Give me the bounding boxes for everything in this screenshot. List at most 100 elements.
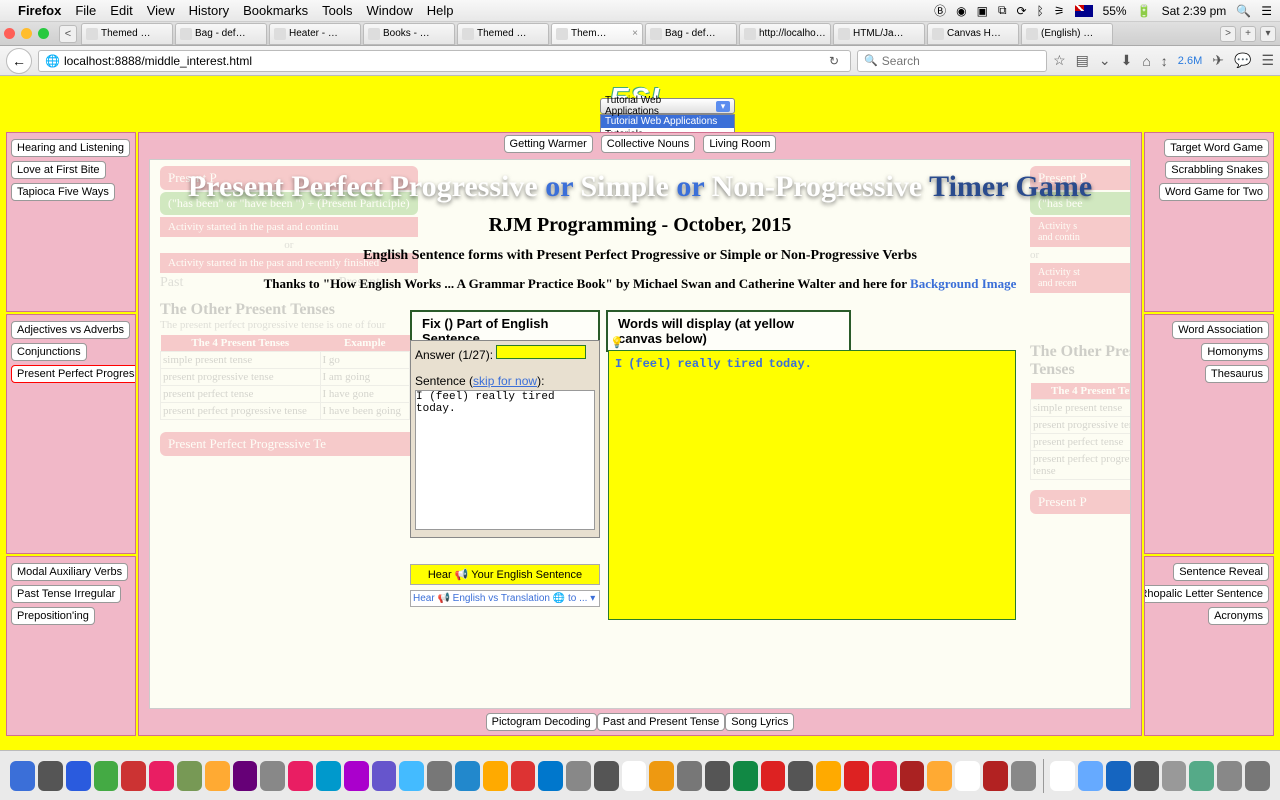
- nav-button[interactable]: Conjunctions: [11, 343, 87, 361]
- reload-icon[interactable]: ↻: [824, 54, 844, 68]
- menu-help[interactable]: Help: [427, 3, 454, 18]
- dock-app-icon[interactable]: [316, 761, 341, 791]
- dock-app-icon[interactable]: [1162, 761, 1187, 791]
- dock-app-icon[interactable]: [1217, 761, 1242, 791]
- flag-icon[interactable]: [1075, 5, 1093, 17]
- dock-app-icon[interactable]: [344, 761, 369, 791]
- chat-icon[interactable]: 💬: [1234, 52, 1251, 69]
- nav-button[interactable]: Target Word Game: [1164, 139, 1269, 157]
- nav-button[interactable]: Past and Present Tense: [597, 713, 726, 731]
- dock-app-icon[interactable]: [733, 761, 758, 791]
- dock-app-icon[interactable]: [761, 761, 786, 791]
- nav-button[interactable]: Word Game for Two: [1159, 183, 1269, 201]
- tab-overflow-icon[interactable]: >: [1220, 26, 1236, 42]
- dock-app-icon[interactable]: [1245, 761, 1270, 791]
- dock-app-icon[interactable]: [10, 761, 35, 791]
- address-bar[interactable]: 🌐 ↻: [38, 50, 851, 72]
- dock-app-icon[interactable]: [649, 761, 674, 791]
- dock-app-icon[interactable]: [677, 761, 702, 791]
- nav-button[interactable]: Sentence Reveal: [1173, 563, 1269, 581]
- dock-app-icon[interactable]: [1078, 761, 1103, 791]
- search-input[interactable]: [882, 54, 1040, 68]
- dock-app-icon[interactable]: [233, 761, 258, 791]
- browser-tab[interactable]: Canvas H…: [927, 23, 1019, 45]
- dock-app-icon[interactable]: [427, 761, 452, 791]
- sentence-textarea[interactable]: [415, 390, 595, 530]
- new-tab-icon[interactable]: +: [1240, 26, 1256, 42]
- close-window-icon[interactable]: [4, 28, 15, 39]
- dock-app-icon[interactable]: [149, 761, 174, 791]
- bluetooth-icon[interactable]: ᛒ: [1037, 4, 1044, 18]
- dock-app-icon[interactable]: [538, 761, 563, 791]
- nav-button[interactable]: Getting Warmer: [504, 135, 593, 153]
- menu-window[interactable]: Window: [367, 3, 413, 18]
- dock-app-icon[interactable]: [594, 761, 619, 791]
- nav-button[interactable]: Adjectives vs Adverbs: [11, 321, 130, 339]
- menu-edit[interactable]: Edit: [110, 3, 132, 18]
- dock-app-icon[interactable]: [955, 761, 980, 791]
- dock-app-icon[interactable]: [1134, 761, 1159, 791]
- hear-button[interactable]: Hear 📢 Your English Sentence: [410, 564, 600, 585]
- minimize-window-icon[interactable]: [21, 28, 32, 39]
- nav-button[interactable]: Acronyms: [1208, 607, 1269, 625]
- nav-button[interactable]: Thesaurus: [1205, 365, 1269, 383]
- dock-app-icon[interactable]: [983, 761, 1008, 791]
- spotlight-icon[interactable]: 🔍: [1236, 4, 1251, 18]
- menu-bookmarks[interactable]: Bookmarks: [243, 3, 308, 18]
- dock-app-icon[interactable]: [788, 761, 813, 791]
- dock-app-icon[interactable]: [900, 761, 925, 791]
- browser-tab[interactable]: (English) …: [1021, 23, 1113, 45]
- dock-app-icon[interactable]: [121, 761, 146, 791]
- dock-app-icon[interactable]: [511, 761, 536, 791]
- dock-app-icon[interactable]: [38, 761, 63, 791]
- maximize-window-icon[interactable]: [38, 28, 49, 39]
- browser-tab[interactable]: Books - …: [363, 23, 455, 45]
- dock-app-icon[interactable]: [1189, 761, 1214, 791]
- nav-button[interactable]: Modal Auxiliary Verbs: [11, 563, 128, 581]
- battery-icon[interactable]: 🔋: [1137, 4, 1152, 18]
- reader-icon[interactable]: ▤: [1076, 52, 1089, 69]
- dock-app-icon[interactable]: [705, 761, 730, 791]
- menu-view[interactable]: View: [147, 3, 175, 18]
- dock-app-icon[interactable]: [399, 761, 424, 791]
- dock-app-icon[interactable]: [205, 761, 230, 791]
- nav-button[interactable]: Hearing and Listening: [11, 139, 130, 157]
- browser-tab[interactable]: Heater - …: [269, 23, 361, 45]
- nav-button[interactable]: Word Association: [1172, 321, 1269, 339]
- airplay-icon[interactable]: ⧉: [998, 3, 1007, 18]
- nav-button[interactable]: Love at First Bite: [11, 161, 106, 179]
- url-input[interactable]: [64, 54, 820, 68]
- close-tab-icon[interactable]: ×: [632, 28, 638, 39]
- nav-button[interactable]: Past Tense Irregular: [11, 585, 121, 603]
- status-icon[interactable]: Ⓑ: [934, 2, 946, 19]
- hamburger-icon[interactable]: ☰: [1261, 52, 1274, 69]
- dock-app-icon[interactable]: [844, 761, 869, 791]
- status-icon[interactable]: ◉: [956, 4, 966, 18]
- dock-app-icon[interactable]: [455, 761, 480, 791]
- window-controls[interactable]: [4, 28, 49, 39]
- menu-tools[interactable]: Tools: [322, 3, 352, 18]
- background-image-link[interactable]: Background Image: [910, 276, 1016, 291]
- dock-app-icon[interactable]: [622, 761, 647, 791]
- hear-select[interactable]: Hear 📢 English vs Translation 🌐 to ... ▾: [410, 590, 600, 607]
- dock-app-icon[interactable]: [566, 761, 591, 791]
- dock-app-icon[interactable]: [1106, 761, 1131, 791]
- nav-button[interactable]: Collective Nouns: [601, 135, 696, 153]
- back-button[interactable]: ←: [6, 48, 32, 74]
- dock-app-icon[interactable]: [177, 761, 202, 791]
- skip-link[interactable]: skip for now: [473, 374, 537, 388]
- menu-history[interactable]: History: [189, 3, 229, 18]
- dock-app-icon[interactable]: [816, 761, 841, 791]
- dock-app-icon[interactable]: [1011, 761, 1036, 791]
- dock-app-icon[interactable]: [372, 761, 397, 791]
- bookmark-star-icon[interactable]: ☆: [1053, 52, 1066, 69]
- browser-tab[interactable]: Themed …: [81, 23, 173, 45]
- answer-input[interactable]: [496, 345, 586, 359]
- app-name[interactable]: Firefox: [18, 3, 61, 18]
- browser-tab[interactable]: Bag - def…: [645, 23, 737, 45]
- nav-button[interactable]: Tapioca Five Ways: [11, 183, 115, 201]
- dock-app-icon[interactable]: [260, 761, 285, 791]
- pocket-icon[interactable]: ⌄: [1099, 52, 1111, 69]
- dock-app-icon[interactable]: [483, 761, 508, 791]
- search-bar[interactable]: 🔍: [857, 50, 1047, 72]
